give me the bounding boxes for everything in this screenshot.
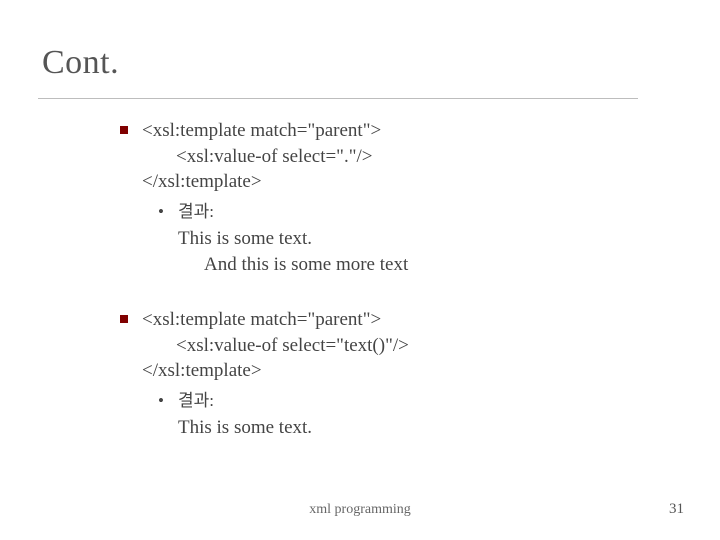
result-output-1: This is some text. And this is some more… — [178, 226, 660, 277]
code-line-1: <xsl:template match="parent"> — [120, 118, 660, 144]
footer-center-text: xml programming — [0, 502, 720, 518]
result-line: And this is some more text — [204, 252, 660, 278]
slide: Cont. <xsl:template match="parent"> <xsl… — [0, 0, 720, 540]
code-line-2: <xsl:value-of select="."/> — [176, 144, 660, 170]
bullet-block-2: <xsl:template match="parent"> <xsl:value… — [120, 307, 660, 441]
result-line: This is some text. — [178, 226, 660, 252]
dot-bullet-icon: • — [158, 390, 164, 413]
square-bullet-icon — [120, 315, 128, 323]
result-output-2: This is some text. — [178, 415, 660, 441]
code-text: <xsl:template match="parent"> — [142, 120, 381, 141]
code-line-3: </xsl:template> — [142, 358, 660, 384]
dot-bullet-icon: • — [158, 201, 164, 224]
result-label: 결과: — [178, 391, 214, 410]
horizontal-rule — [38, 98, 638, 99]
slide-title: Cont. — [42, 44, 119, 82]
bullet-block-1: <xsl:template match="parent"> <xsl:value… — [120, 118, 660, 277]
result-label-line: • 결과: — [158, 390, 660, 413]
code-line-1: <xsl:template match="parent"> — [120, 307, 660, 333]
code-text: <xsl:template match="parent"> — [142, 309, 381, 330]
page-number: 31 — [669, 501, 684, 518]
code-line-3: </xsl:template> — [142, 169, 660, 195]
result-label-line: • 결과: — [158, 201, 660, 224]
result-label: 결과: — [178, 202, 214, 221]
result-line: This is some text. — [178, 415, 660, 441]
square-bullet-icon — [120, 126, 128, 134]
code-line-2: <xsl:value-of select="text()"/> — [176, 333, 660, 359]
content-area: <xsl:template match="parent"> <xsl:value… — [120, 118, 660, 471]
